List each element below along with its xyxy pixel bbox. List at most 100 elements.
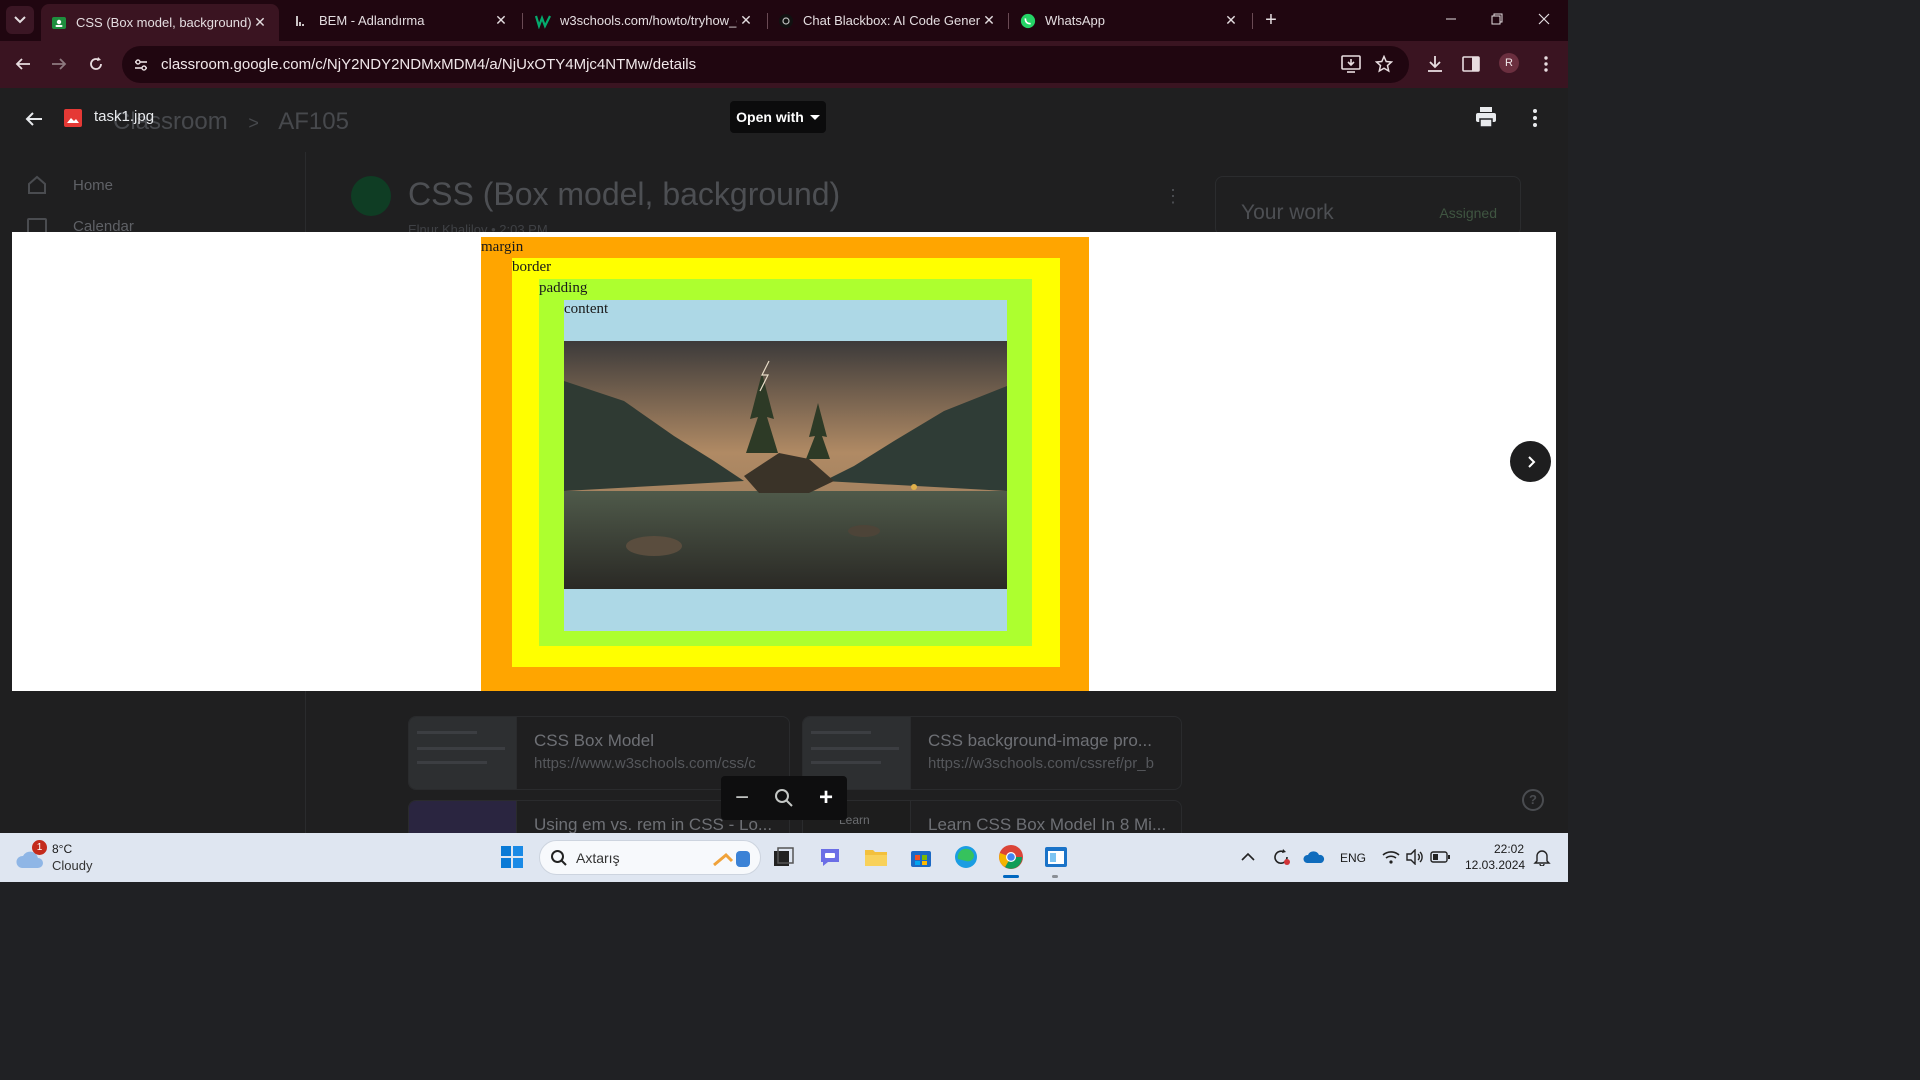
weather-widget[interactable]: 1 8°C Cloudy (16, 840, 116, 876)
blackbox-icon (778, 13, 794, 29)
margin-box: margin border padding content (481, 237, 1089, 691)
volume-icon[interactable] (1401, 843, 1429, 871)
tab-label: Chat Blackbox: AI Code Generat (803, 13, 980, 28)
border-box: border padding content (512, 258, 1060, 667)
margin-label: margin (481, 239, 524, 255)
tab-blackbox[interactable]: Chat Blackbox: AI Code Generat ✕ (768, 0, 1008, 41)
back-button[interactable] (10, 51, 36, 77)
material-card[interactable]: Learn Learn CSS Box Model In 8 Mi... (802, 800, 1182, 833)
taskbar-search[interactable]: Axtarış (539, 840, 761, 875)
weather-condition: Cloudy (52, 858, 93, 873)
edge-icon[interactable] (952, 843, 980, 871)
caret-down-icon (809, 114, 820, 120)
open-with-label: Open with (736, 109, 804, 125)
microsoft-store-icon[interactable] (907, 843, 935, 871)
bookmark-star-icon[interactable] (1373, 53, 1395, 75)
taskbar: 1 8°C Cloudy Axtarış ENG 22:02 12.03.202… (0, 833, 1568, 882)
close-viewer-button[interactable] (21, 106, 47, 132)
your-work-title: Your work (1241, 201, 1334, 224)
magnifier-icon (775, 789, 793, 807)
help-icon[interactable]: ? (1522, 789, 1544, 811)
app-window-icon[interactable] (1042, 843, 1070, 871)
home-icon (26, 174, 48, 196)
tab-separator (522, 13, 523, 29)
restore-icon (1491, 13, 1503, 25)
tab-search-button[interactable] (6, 6, 34, 34)
material-title: CSS background-image pro... (928, 731, 1152, 750)
side-panel-icon[interactable] (1460, 53, 1482, 75)
weather-temp: 8°C (52, 842, 73, 856)
reload-button[interactable] (83, 51, 109, 77)
battery-icon[interactable] (1426, 843, 1454, 871)
tab-separator (1008, 13, 1009, 29)
assignment-more-icon[interactable]: ⋮ (1164, 186, 1182, 207)
padding-label: padding (539, 280, 588, 296)
material-title: CSS Box Model (534, 731, 654, 750)
tab-separator (1252, 13, 1253, 29)
zoom-reset-button[interactable] (770, 784, 798, 812)
clock-time[interactable]: 22:02 (1494, 842, 1524, 856)
chevron-up-icon[interactable] (1234, 843, 1262, 871)
sync-icon[interactable] (1267, 843, 1295, 871)
file-viewer-header: Classroom > AF105 task1.jpg Open with (0, 88, 1568, 152)
restore-button[interactable] (1484, 8, 1510, 32)
teams-chat-icon[interactable] (816, 843, 844, 871)
arrow-left-icon (15, 58, 30, 70)
material-url: https://www.w3schools.com/css/c (534, 755, 756, 772)
site-info-icon[interactable] (129, 53, 153, 77)
material-title: Learn CSS Box Model In 8 Mi... (928, 815, 1167, 833)
browser-toolbar: classroom.google.com/c/NjY2NDY2NDMxMDM4/… (0, 41, 1568, 88)
w3schools-icon (535, 13, 551, 29)
print-icon[interactable] (1474, 106, 1498, 130)
start-button[interactable] (498, 843, 526, 871)
close-icon[interactable]: ✕ (737, 12, 755, 29)
close-icon[interactable]: ✕ (1222, 12, 1240, 29)
file-name: task1.jpg (94, 108, 155, 125)
zoom-in-button[interactable]: + (812, 784, 840, 812)
clock-date[interactable]: 12.03.2024 (1465, 858, 1525, 872)
padding-box: padding content (539, 279, 1032, 646)
download-icon[interactable] (1424, 53, 1446, 75)
zoom-out-button[interactable]: − (728, 784, 756, 812)
open-with-button[interactable]: Open with (730, 101, 826, 133)
close-icon[interactable]: ✕ (980, 12, 998, 29)
forward-button[interactable] (46, 51, 72, 77)
zoom-controls: − + (721, 776, 847, 820)
more-options-icon[interactable] (1523, 106, 1547, 130)
address-bar[interactable]: classroom.google.com/c/NjY2NDY2NDMxMDM4/… (122, 46, 1409, 83)
close-icon[interactable]: ✕ (492, 12, 510, 29)
minimize-button[interactable] (1438, 8, 1464, 32)
sidebar-item-home[interactable]: Home (26, 174, 113, 196)
close-window-button[interactable] (1531, 8, 1557, 32)
language-indicator[interactable]: ENG (1340, 851, 1366, 865)
tab-css-box-model[interactable]: CSS (Box model, background) ✕ (41, 4, 279, 41)
browser-menu-icon[interactable] (1535, 53, 1557, 75)
task-view-icon[interactable] (770, 843, 798, 871)
tab-w3schools[interactable]: w3schools.com/howto/tryhow_c ✕ (525, 0, 765, 41)
chevron-right-icon (1527, 455, 1535, 468)
arrow-left-icon (25, 112, 42, 126)
your-work-card: Your work Assigned (1215, 176, 1521, 236)
tab-bem[interactable]: BEM - Adlandırma ✕ (284, 0, 520, 41)
close-icon[interactable]: ✕ (251, 14, 269, 31)
new-tab-button[interactable]: + (1260, 10, 1282, 32)
landscape-photo (564, 341, 1007, 589)
image-preview: margin border padding content (12, 232, 1556, 691)
bem-icon (294, 13, 310, 29)
notification-bell-icon[interactable] (1528, 843, 1556, 871)
onedrive-icon[interactable] (1300, 843, 1328, 871)
tab-label: BEM - Adlandırma (319, 13, 425, 28)
windows-icon (501, 846, 523, 868)
assignment-title: CSS (Box model, background) (408, 176, 841, 212)
material-card[interactable]: CSS background-image pro... https://w3sc… (802, 716, 1182, 790)
file-explorer-icon[interactable] (862, 843, 890, 871)
reload-icon (90, 57, 102, 70)
content-box: content (564, 300, 1007, 631)
tab-whatsapp[interactable]: WhatsApp ✕ (1010, 0, 1250, 41)
chrome-icon[interactable] (997, 843, 1025, 871)
next-file-button[interactable] (1510, 441, 1551, 482)
profile-avatar[interactable]: R (1499, 53, 1519, 73)
search-highlight-icon (713, 851, 750, 867)
breadcrumb-item[interactable]: AF105 (278, 108, 349, 135)
install-app-icon[interactable] (1340, 53, 1362, 75)
